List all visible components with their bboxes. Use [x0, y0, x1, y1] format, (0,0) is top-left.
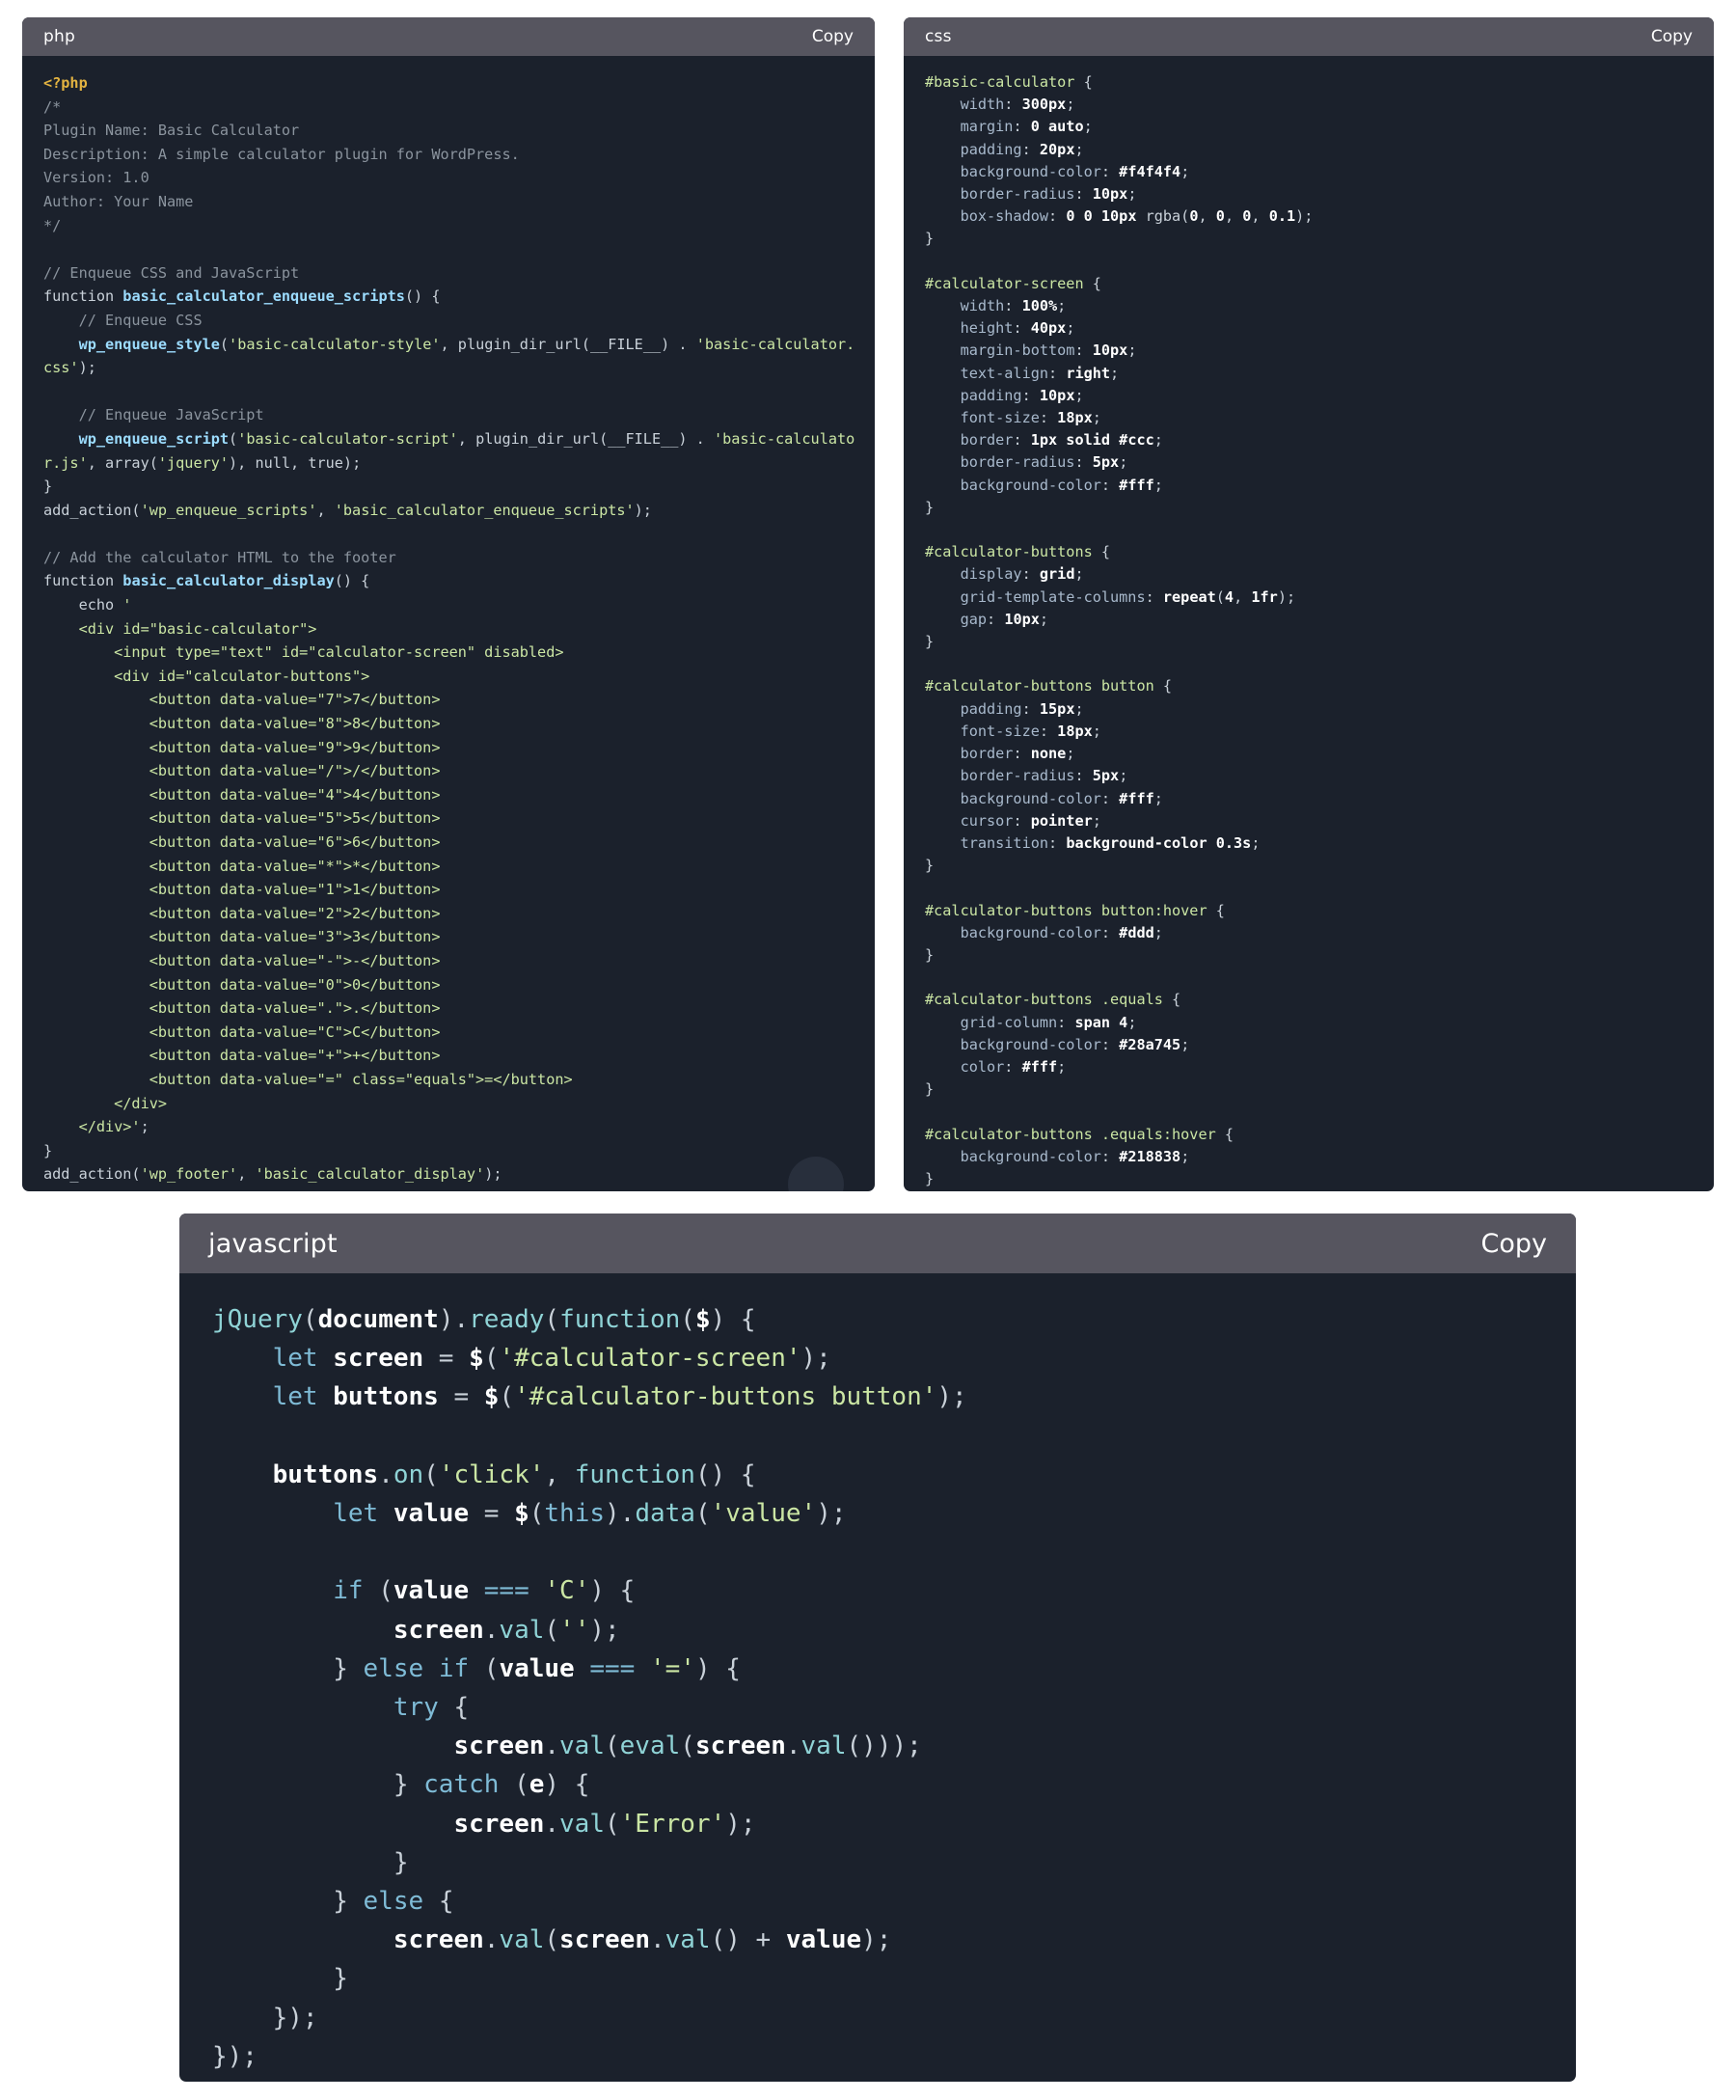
css-code-card: css Copy #basic-calculator { width: 300p…	[904, 17, 1714, 1191]
css-card-header: css Copy	[904, 17, 1714, 56]
php-code-card: php Copy <?php /* Plugin Name: Basic Cal…	[22, 17, 875, 1191]
javascript-card-header: javascript Copy	[179, 1214, 1576, 1273]
javascript-code-body[interactable]: jQuery(document).ready(function($) { let…	[179, 1273, 1576, 2076]
css-copy-button[interactable]: Copy	[1651, 27, 1693, 46]
javascript-code-card: javascript Copy jQuery(document).ready(f…	[179, 1214, 1576, 2082]
javascript-copy-button[interactable]: Copy	[1481, 1229, 1548, 1259]
php-card-header: php Copy	[22, 17, 875, 56]
php-code-body[interactable]: <?php /* Plugin Name: Basic Calculator D…	[22, 56, 875, 1186]
css-language-label: css	[925, 27, 952, 46]
php-copy-button[interactable]: Copy	[812, 27, 854, 46]
php-language-label: php	[43, 27, 75, 46]
css-code-body[interactable]: #basic-calculator { width: 300px; margin…	[904, 56, 1714, 1190]
code-snippets-page: php Copy <?php /* Plugin Name: Basic Cal…	[0, 0, 1736, 2100]
javascript-language-label: javascript	[208, 1228, 338, 1259]
